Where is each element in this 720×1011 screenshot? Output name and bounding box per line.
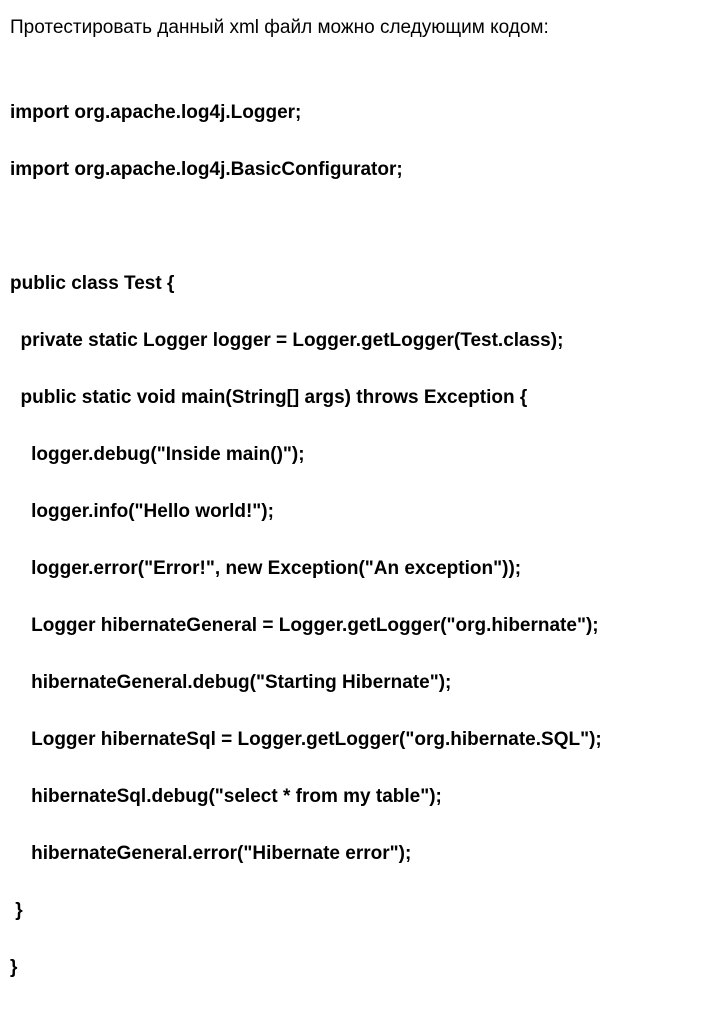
code-line: logger.info("Hello world!"); bbox=[10, 498, 710, 527]
code-line: import org.apache.log4j.BasicConfigurato… bbox=[10, 156, 710, 185]
code-line: public class Test { bbox=[10, 270, 710, 299]
code-line: } bbox=[10, 954, 710, 983]
code-line: private static Logger logger = Logger.ge… bbox=[10, 327, 710, 356]
code-line: hibernateGeneral.error("Hibernate error"… bbox=[10, 840, 710, 869]
code-line: Logger hibernateGeneral = Logger.getLogg… bbox=[10, 612, 710, 641]
code-line: logger.debug("Inside main()"); bbox=[10, 441, 710, 470]
code-block: import org.apache.log4j.Logger; import o… bbox=[10, 71, 710, 1011]
code-line: Logger hibernateSql = Logger.getLogger("… bbox=[10, 726, 710, 755]
code-line: import org.apache.log4j.Logger; bbox=[10, 99, 710, 128]
intro-text: Протестировать данный xml файл можно сле… bbox=[10, 14, 710, 43]
code-line: logger.error("Error!", new Exception("An… bbox=[10, 555, 710, 584]
code-line: } bbox=[10, 897, 710, 926]
blank-line bbox=[10, 213, 710, 241]
code-line: public static void main(String[] args) t… bbox=[10, 384, 710, 413]
code-line: hibernateGeneral.debug("Starting Hiberna… bbox=[10, 669, 710, 698]
code-line: hibernateSql.debug("select * from my tab… bbox=[10, 783, 710, 812]
